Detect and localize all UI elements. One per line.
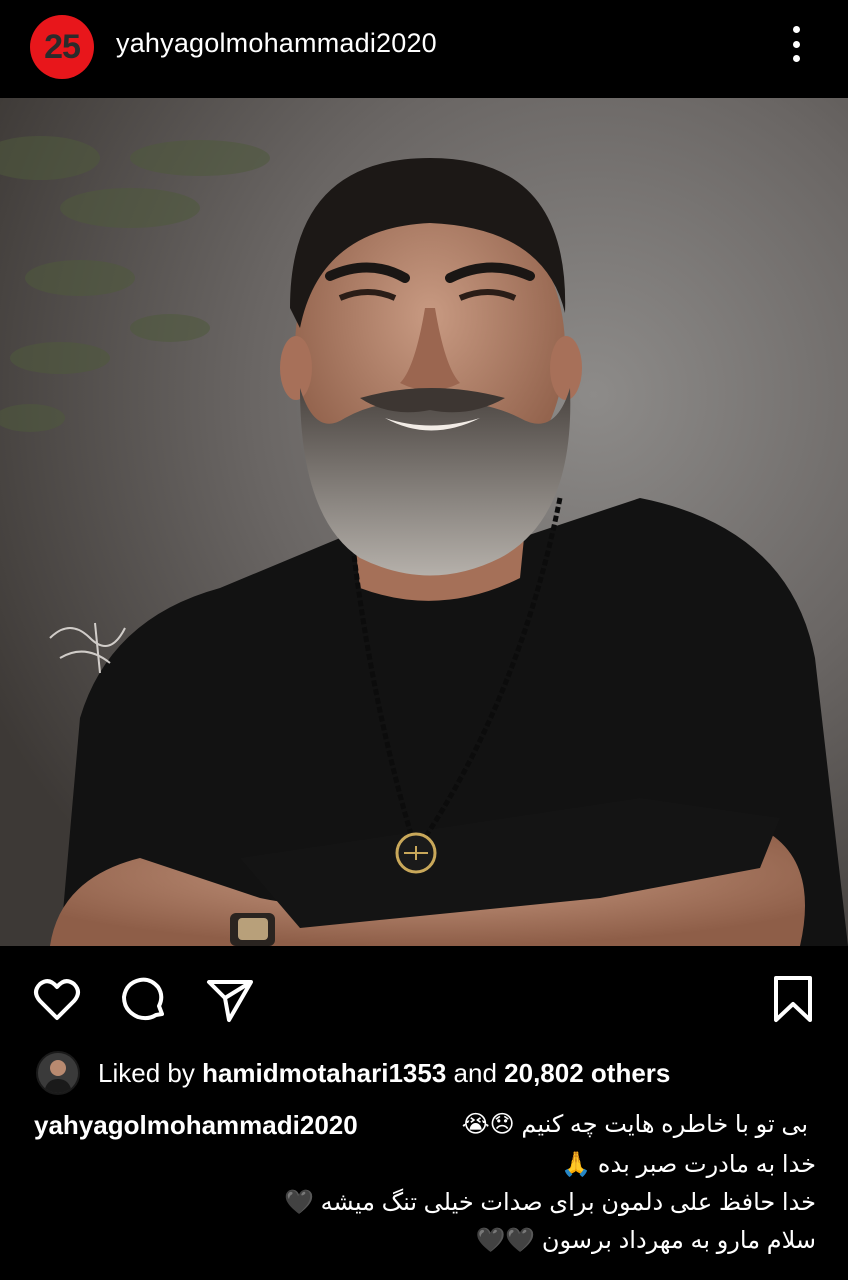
likes-and: and — [453, 1057, 497, 1088]
likes-prefix: Liked by — [98, 1057, 195, 1088]
heart-icon[interactable] — [32, 974, 82, 1024]
likes-text: Liked by hamidmotahari1353 and 20,802 ot… — [98, 1058, 670, 1089]
bookmark-icon[interactable] — [768, 974, 818, 1024]
post-header: 25 yahyagolmohammadi2020 — [0, 0, 848, 98]
likes-count[interactable]: 20,802 others — [504, 1058, 670, 1088]
caption-line-1: بی تو با خاطره هایت چه کنیم 😞😭 — [461, 1111, 808, 1138]
caption-line-3: خدا حافظ علی دلمون برای صدات خیلی تنگ می… — [284, 1189, 816, 1216]
likes-summary[interactable]: Liked by hamidmotahari1353 and 20,802 ot… — [36, 1051, 670, 1095]
liker-username[interactable]: hamidmotahari1353 — [202, 1058, 446, 1088]
caption-username[interactable]: yahyagolmohammadi2020 — [34, 1110, 358, 1140]
liker-avatar[interactable] — [36, 1051, 80, 1095]
post-actions — [0, 946, 848, 1046]
share-icon[interactable] — [205, 974, 255, 1024]
post-username[interactable]: yahyagolmohammadi2020 — [116, 28, 437, 59]
caption-first-line: yahyagolmohammadi2020 — [34, 1110, 358, 1141]
caption-line-2: خدا به مادرت صبر بده 🙏 — [561, 1151, 816, 1178]
profile-avatar-badge[interactable]: 25 — [30, 15, 94, 79]
more-options-icon[interactable] — [778, 22, 814, 66]
comment-icon[interactable] — [118, 974, 168, 1024]
portrait-illustration — [0, 98, 848, 946]
post-photo[interactable] — [0, 98, 848, 946]
caption-line-4: سلام مارو به مهرداد برسون 🖤🖤 — [475, 1227, 816, 1254]
